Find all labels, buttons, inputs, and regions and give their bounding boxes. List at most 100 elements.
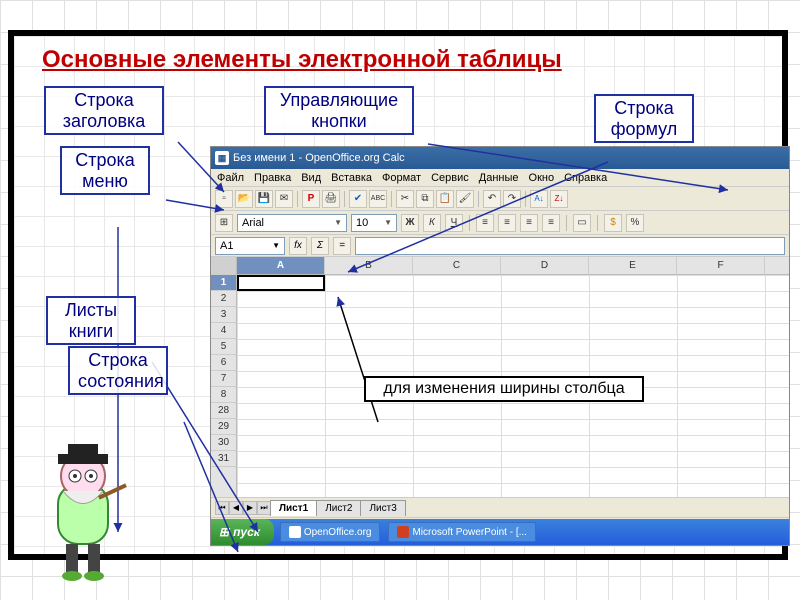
menu-tools[interactable]: Сервис [431,172,469,184]
mail-button[interactable]: ✉ [275,190,293,208]
row-header[interactable]: 29 [211,419,236,435]
standard-toolbar: ▫ 📂 💾 ✉ P 🖨 ✔ ABC ✂ ⧉ 📋 🖌 ↶ ↷ A↓ Z↓ [211,187,789,211]
row-header[interactable]: 6 [211,355,236,371]
new-button[interactable]: ▫ [215,190,233,208]
formula-input[interactable] [355,237,785,255]
menu-edit[interactable]: Правка [254,172,291,184]
print-button[interactable]: 🖨 [322,190,340,208]
tab-nav-prev[interactable]: ◀ [229,501,243,515]
sort-asc-button[interactable]: A↓ [530,190,548,208]
font-size-combo[interactable]: 10▼ [351,214,397,232]
underline-button[interactable]: Ч [445,214,463,232]
currency-button[interactable]: $ [604,214,622,232]
name-box[interactable]: A1 ▼ [215,237,285,255]
cut-button[interactable]: ✂ [396,190,414,208]
open-button[interactable]: 📂 [235,190,253,208]
menu-help[interactable]: Справка [564,172,607,184]
percent-button[interactable]: % [626,214,644,232]
menu-view[interactable]: Вид [301,172,321,184]
label-status-bar: Строка состояния [68,346,168,395]
merge-button[interactable]: ▭ [573,214,591,232]
label-sheets: Листы книги [46,296,136,345]
tab-nav-first[interactable]: ⏮ [215,501,229,515]
openoffice-icon [289,526,301,538]
label-formula-bar: Строка формул [594,94,694,143]
row-headers[interactable]: 1 2 3 4 5 6 7 8 28 29 30 31 [211,257,237,497]
label-column-width: для изменения ширины столбца [364,376,644,402]
equals-button[interactable]: = [333,237,351,255]
menu-bar[interactable]: Файл Правка Вид Вставка Формат Сервис Да… [211,169,789,187]
row-header[interactable]: 1 [211,275,236,291]
tab-nav-next[interactable]: ▶ [243,501,257,515]
label-control-buttons: Управляющие кнопки [264,86,414,135]
label-title-bar: Строка заголовка [44,86,164,135]
taskbar-item-openoffice[interactable]: OpenOffice.org [280,522,381,542]
mascot-professor-icon [28,436,138,586]
align-right-button[interactable]: ≡ [520,214,538,232]
col-header-a[interactable]: A [237,257,325,274]
align-left-button[interactable]: ≡ [476,214,494,232]
col-header-b[interactable]: B [325,257,413,274]
font-name-combo[interactable]: Arial▼ [237,214,347,232]
start-label: пуск [233,525,260,539]
sort-desc-button[interactable]: Z↓ [550,190,568,208]
column-headers[interactable]: A B C D E F [237,257,789,275]
powerpoint-icon [397,526,409,538]
taskbar-item-powerpoint[interactable]: Microsoft PowerPoint - [... [388,522,535,542]
spell-button[interactable]: ✔ [349,190,367,208]
undo-button[interactable]: ↶ [483,190,501,208]
col-header-c[interactable]: C [413,257,501,274]
align-center-button[interactable]: ≡ [498,214,516,232]
windows-taskbar: ⊞ пуск OpenOffice.org Microsoft PowerPoi… [211,519,789,545]
row-header[interactable]: 2 [211,291,236,307]
row-header[interactable]: 8 [211,387,236,403]
window-title: Без имени 1 - OpenOffice.org Calc [233,152,405,164]
save-button[interactable]: 💾 [255,190,273,208]
font-name-value: Arial [242,217,264,229]
slide: Основные элементы электронной таблицы Ст… [14,36,782,554]
tab-nav-last[interactable]: ⏭ [257,501,271,515]
align-justify-button[interactable]: ≡ [542,214,560,232]
col-header-e[interactable]: E [589,257,677,274]
copy-button[interactable]: ⧉ [416,190,434,208]
row-header[interactable]: 7 [211,371,236,387]
pdf-button[interactable]: P [302,190,320,208]
menu-window[interactable]: Окно [529,172,555,184]
row-header[interactable]: 5 [211,339,236,355]
sheet-tab-2[interactable]: Лист2 [316,500,361,516]
paste-button[interactable]: 📋 [436,190,454,208]
menu-insert[interactable]: Вставка [331,172,372,184]
styles-button[interactable]: ⊞ [215,214,233,232]
menu-data[interactable]: Данные [479,172,519,184]
col-header-d[interactable]: D [501,257,589,274]
row-header[interactable]: 4 [211,323,236,339]
row-header[interactable]: 3 [211,307,236,323]
formatting-toolbar: ⊞ Arial▼ 10▼ Ж К Ч ≡ ≡ ≡ ≡ ▭ $ % [211,211,789,235]
menu-format[interactable]: Формат [382,172,421,184]
sheet-tab-1[interactable]: Лист1 [270,500,317,516]
slide-title: Основные элементы электронной таблицы [42,46,562,74]
sheet-tabs: ⏮ ◀ ▶ ⏭ Лист1 Лист2 Лист3 [211,497,789,517]
start-button[interactable]: ⊞ пуск [211,519,274,545]
font-size-value: 10 [356,217,368,229]
abc-button[interactable]: ABC [369,190,387,208]
sum-button[interactable]: Σ [311,237,329,255]
row-header[interactable]: 31 [211,451,236,467]
col-header-f[interactable]: F [677,257,765,274]
formula-bar: A1 ▼ fx Σ = [211,235,789,257]
app-icon: ▦ [215,151,229,165]
window-titlebar[interactable]: ▦ Без имени 1 - OpenOffice.org Calc [211,147,789,169]
windows-logo-icon: ⊞ [219,525,229,539]
calc-window: ▦ Без имени 1 - OpenOffice.org Calc Файл… [210,146,790,546]
row-header[interactable]: 30 [211,435,236,451]
redo-button[interactable]: ↷ [503,190,521,208]
brush-button[interactable]: 🖌 [456,190,474,208]
sheet-tab-3[interactable]: Лист3 [360,500,405,516]
menu-file[interactable]: Файл [217,172,244,184]
active-cell[interactable] [237,275,325,291]
row-header[interactable]: 28 [211,403,236,419]
italic-button[interactable]: К [423,214,441,232]
fx-button[interactable]: fx [289,237,307,255]
name-box-value: A1 [220,240,233,252]
bold-button[interactable]: Ж [401,214,419,232]
